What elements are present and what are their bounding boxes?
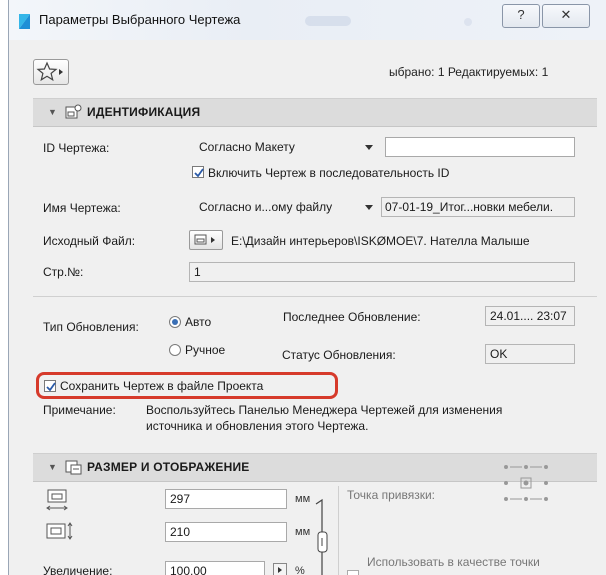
source-file-browse-button[interactable] [189, 230, 223, 250]
source-file-path: E:\Дизайн интерьеров\ISKØMOE\7. Нателла … [231, 234, 530, 248]
title-blur-decoration-2 [464, 18, 472, 26]
use-as-anchor-checkbox[interactable] [347, 570, 359, 575]
app-icon [19, 14, 30, 29]
size-section-icon [65, 460, 82, 475]
width-field[interactable]: 297 [165, 489, 287, 509]
window-title: Параметры Выбранного Чертежа [39, 12, 241, 27]
drawing-name-field[interactable]: 07-01-19_Итог...новки мебели. [381, 197, 575, 217]
update-auto-radio[interactable] [169, 316, 181, 328]
help-button[interactable]: ? [502, 4, 540, 28]
update-status-label: Статус Обновления: [282, 348, 396, 362]
vertical-divider [338, 486, 339, 575]
note-text-line-1: Воспользуйтесь Панелью Менеджера Чертеже… [146, 403, 503, 417]
chevron-right-icon [278, 567, 282, 573]
favorites-button[interactable] [33, 59, 69, 85]
update-status-field: OK [485, 344, 575, 364]
drawing-name-mode-value: Согласно и...ому файлу [199, 200, 333, 214]
height-icon [46, 522, 73, 540]
link-chain-icon[interactable] [310, 494, 332, 575]
identification-header-label: ИДЕНТИФИКАЦИЯ [87, 105, 201, 119]
page-number-label: Стр.№: [43, 265, 84, 279]
star-icon [36, 61, 63, 82]
update-type-label: Тип Обновления: [43, 320, 139, 334]
identification-section-header[interactable]: ▼ ИДЕНТИФИКАЦИЯ [33, 98, 597, 127]
include-in-sequence-label: Включить Чертеж в последовательность ID [208, 166, 450, 180]
width-unit: мм [295, 493, 311, 505]
source-file-label: Исходный Файл: [43, 234, 136, 248]
checkmark-icon [194, 168, 204, 178]
scale-label: Увеличение: [43, 564, 113, 575]
drawing-id-field[interactable] [385, 137, 575, 157]
selection-info: ыбрано: 1 Редактируемых: 1 [389, 65, 549, 79]
size-header-label: РАЗМЕР И ОТОБРАЖЕНИЕ [87, 460, 250, 474]
width-icon [46, 489, 68, 511]
title-blur-decoration [305, 16, 351, 26]
title-bar[interactable]: Параметры Выбранного Чертежа ? ✕ [9, 0, 606, 40]
anchor-point-icon[interactable] [498, 461, 554, 507]
chevron-down-icon [365, 145, 373, 150]
anchor-point-label: Точка привязки: [347, 488, 435, 502]
update-manual-label: Ручное [185, 343, 226, 357]
note-label: Примечание: [43, 403, 116, 417]
close-button[interactable]: ✕ [542, 4, 590, 28]
height-unit: мм [295, 526, 311, 538]
drawing-section-icon [65, 104, 82, 119]
store-in-project-checkbox[interactable] [44, 380, 56, 392]
chevron-down-icon [365, 205, 373, 210]
include-in-sequence-checkbox[interactable] [192, 166, 204, 178]
height-field[interactable]: 210 [165, 522, 287, 542]
divider [33, 296, 597, 297]
store-in-project-label: Сохранить Чертеж в файле Проекта [60, 379, 264, 393]
page-number-field[interactable]: 1 [189, 262, 575, 282]
collapse-triangle-icon: ▼ [48, 107, 57, 117]
drawing-id-label: ID Чертежа: [43, 141, 110, 155]
scale-menu-button[interactable] [273, 563, 287, 575]
last-update-label: Последнее Обновление: [283, 310, 421, 324]
note-text-line-2: источника и обновления этого Чертежа. [146, 419, 369, 433]
drawing-name-label: Имя Чертежа: [43, 201, 121, 215]
last-update-field: 24.01.... 23:07 [485, 306, 575, 326]
collapse-triangle-icon: ▼ [48, 462, 57, 472]
scale-field[interactable]: 100,00 [165, 561, 265, 575]
dialog-body: ыбрано: 1 Редактируемых: 1 ▼ ИДЕНТИФИКАЦ… [9, 40, 606, 575]
use-as-anchor-label: Использовать в качестве точки [367, 555, 540, 569]
update-auto-label: Авто [185, 315, 212, 329]
checkmark-icon [46, 382, 56, 392]
update-manual-radio[interactable] [169, 344, 181, 356]
drawing-id-mode-dropdown[interactable]: Согласно Макету [191, 138, 381, 158]
dialog-window: Параметры Выбранного Чертежа ? ✕ ыбрано:… [8, 0, 606, 575]
drawing-id-mode-value: Согласно Макету [199, 140, 295, 154]
file-browse-icon [194, 234, 215, 245]
scale-percent: % [295, 565, 305, 575]
drawing-name-mode-dropdown[interactable]: Согласно и...ому файлу [191, 198, 381, 218]
